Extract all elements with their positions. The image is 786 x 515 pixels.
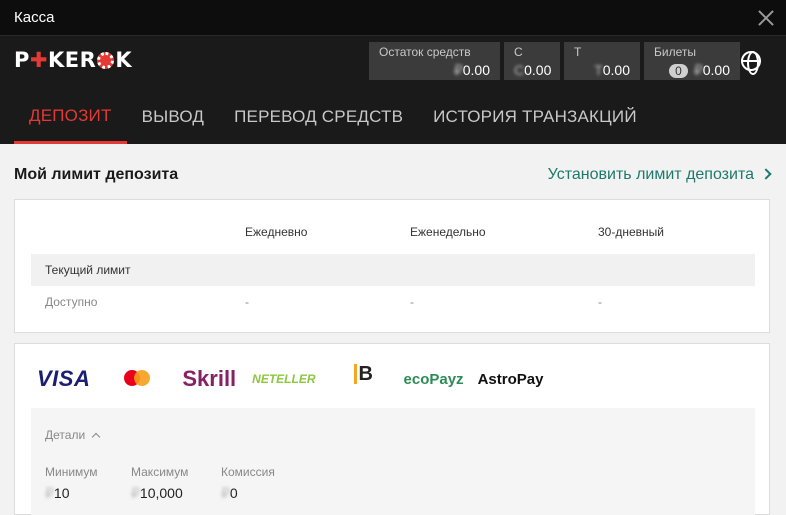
pokerok-logo: P ✚ KER K [14, 48, 133, 72]
deposit-limit-header: Мой лимит депозита Установить лимит депо… [14, 166, 772, 184]
balance-box[interactable]: Остаток средств ₽0.00 [369, 42, 500, 80]
tab-transfer[interactable]: ПЕРЕВОД СРЕДСТВ [219, 90, 418, 144]
payment-methods-card: VISA Skrill NETELLER B ecoPayz AstroPay … [14, 343, 770, 515]
muchbetter-logo[interactable]: B [348, 364, 374, 394]
tickets-badge: 0 [669, 64, 688, 78]
close-icon[interactable] [756, 8, 776, 28]
set-deposit-limit-link[interactable]: Установить лимит депозита [548, 166, 772, 184]
chevron-up-icon [91, 432, 101, 442]
astropay-logo[interactable]: AstroPay [478, 371, 544, 388]
payment-details: Детали Минимум ₽10 Максимум ₽10,000 Коми… [31, 408, 755, 515]
table-row: Текущий лимит [31, 254, 755, 286]
chip-icon [97, 51, 115, 69]
cashier-window: Касса P ✚ KER K Остаток средств ₽0.00 С С0.… [0, 0, 786, 515]
tab-withdraw[interactable]: ВЫВОД [127, 90, 220, 144]
table-row: Доступно - - - [45, 295, 602, 309]
neteller-logo[interactable]: NETELLER [252, 372, 315, 386]
balance-box[interactable]: Т Т0.00 [564, 42, 640, 80]
skrill-logo[interactable]: Skrill [182, 366, 236, 392]
table-header-row: Ежедневно Еженедельно 30-дневный [245, 225, 664, 239]
deposit-limit-title: Мой лимит депозита [14, 166, 179, 183]
minimum-stat: Минимум ₽10 [45, 465, 98, 501]
visa-logo[interactable]: VISA [37, 366, 90, 392]
chevron-right-icon [760, 168, 772, 180]
ecopayz-logo[interactable]: ecoPayz [404, 371, 464, 388]
title-bar: Касса [0, 0, 786, 36]
tab-deposit[interactable]: ДЕПОЗИТ [14, 90, 127, 144]
cashier-tabs: ДЕПОЗИТ ВЫВОД ПЕРЕВОД СРЕДСТВ ИСТОРИЯ ТР… [14, 90, 652, 144]
details-toggle[interactable]: Детали [45, 428, 101, 442]
globe-icon[interactable] [741, 51, 761, 75]
balances: Остаток средств ₽0.00 С С0.00 Т Т0.00 Би… [369, 42, 740, 80]
tickets-box[interactable]: Билеты 0 ₽0.00 [644, 42, 740, 80]
deposit-limit-table: Ежедневно Еженедельно 30-дневный Текущий… [14, 199, 770, 333]
header: P ✚ KER K Остаток средств ₽0.00 С С0.00 Т Т… [0, 36, 786, 144]
fee-stat: Комиссия ₽0 [221, 465, 275, 501]
payment-methods: VISA Skrill NETELLER B ecoPayz AstroPay [37, 364, 543, 394]
tab-transaction-history[interactable]: ИСТОРИЯ ТРАНЗАКЦИЙ [418, 90, 652, 144]
mastercard-logo[interactable] [124, 368, 152, 390]
maximum-stat: Максимум ₽10,000 [131, 465, 189, 501]
window-title: Касса [14, 9, 55, 26]
balance-box[interactable]: С С0.00 [504, 42, 560, 80]
